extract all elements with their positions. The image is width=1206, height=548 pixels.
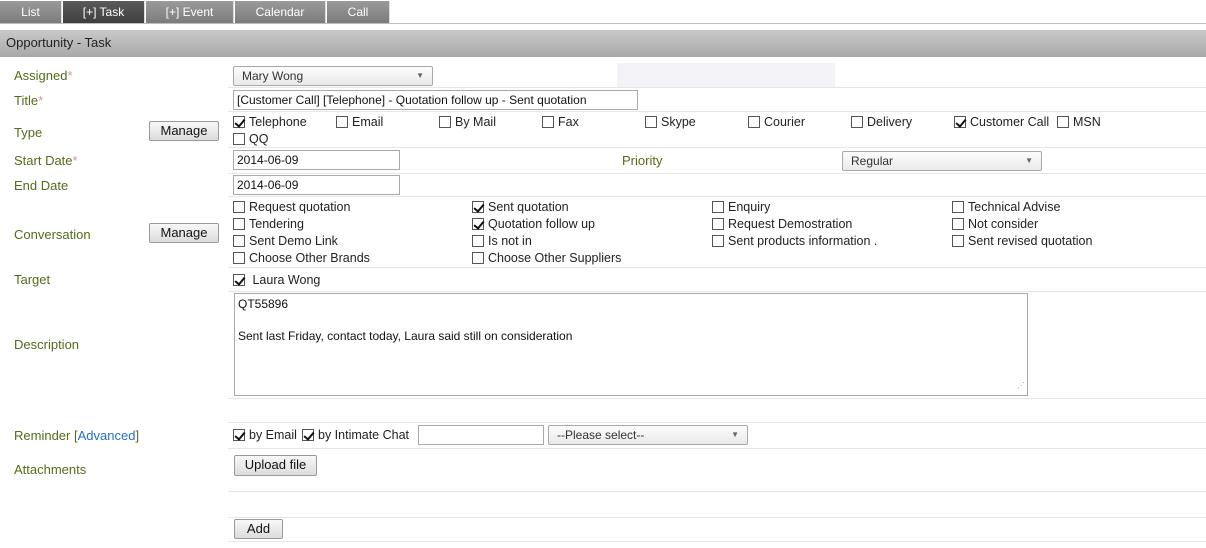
reminder-text-input[interactable]	[418, 425, 544, 445]
start-date-input[interactable]: 2014-06-09	[233, 150, 400, 170]
assigned-label: Assigned*	[14, 68, 73, 83]
resize-grip-icon[interactable]: ⋰	[1017, 378, 1025, 394]
dropdown-arrow-icon: ▼	[1025, 156, 1033, 165]
description-label: Description	[14, 337, 80, 352]
type-msn-checkbox[interactable]: MSN	[1057, 114, 1101, 130]
dropdown-arrow-icon: ▼	[416, 71, 424, 80]
tab-call[interactable]: Call	[327, 1, 390, 23]
target-label: Target	[14, 272, 51, 287]
empty-cell	[617, 63, 835, 87]
reminder-email-checkbox[interactable]: by Email	[233, 427, 297, 443]
conv-choose-other-brands[interactable]: Choose Other Brands	[233, 250, 370, 266]
conv-not-consider[interactable]: Not consider	[952, 216, 1038, 232]
title-label: Title*	[14, 93, 44, 108]
conv-technical-advise[interactable]: Technical Advise	[952, 199, 1060, 215]
end-date-label: End Date	[14, 178, 69, 193]
conv-request-demo[interactable]: Request Demostration	[712, 216, 852, 232]
conversation-label: Conversation	[14, 227, 91, 242]
type-courier-checkbox[interactable]: Courier	[748, 114, 805, 130]
description-textarea[interactable]: QT55896 Sent last Friday, contact today,…	[234, 293, 1028, 396]
checkmark-icon[interactable]	[233, 116, 245, 128]
advanced-link[interactable]: Advanced	[78, 428, 136, 443]
type-delivery-checkbox[interactable]: Delivery	[851, 114, 912, 130]
title-input[interactable]: [Customer Call] [Telephone] - Quotation …	[233, 90, 638, 110]
priority-select[interactable]: Regular ▼	[842, 151, 1042, 171]
conv-sent-revised-quotation[interactable]: Sent revised quotation	[952, 233, 1092, 249]
tab-task[interactable]: [+] Task	[63, 1, 145, 23]
start-date-label: Start Date*	[14, 153, 78, 168]
type-customer-call-checkbox[interactable]: Customer Call	[954, 114, 1049, 130]
end-date-input[interactable]: 2014-06-09	[233, 175, 400, 195]
type-manage-button[interactable]: Manage	[149, 121, 219, 141]
reminder-chat-checkbox[interactable]: by Intimate Chat	[302, 427, 409, 443]
reminder-label: Reminder [Advanced]	[14, 428, 140, 443]
conv-sent-products-info[interactable]: Sent products information .	[712, 233, 877, 249]
conv-sent-quotation[interactable]: Sent quotation	[472, 199, 569, 215]
reminder-select[interactable]: --Please select-- ▼	[548, 425, 748, 445]
type-bymail-checkbox[interactable]: By Mail	[439, 114, 496, 130]
conv-tendering[interactable]: Tendering	[233, 216, 304, 232]
add-button[interactable]: Add	[234, 519, 283, 539]
type-qq-checkbox[interactable]: QQ	[233, 131, 268, 147]
dropdown-arrow-icon: ▼	[731, 430, 739, 439]
tab-calendar[interactable]: Calendar	[235, 1, 326, 23]
assigned-select[interactable]: Mary Wong ▼	[233, 66, 433, 86]
type-label: Type	[14, 125, 43, 140]
priority-label: Priority	[622, 153, 663, 168]
conv-is-not-in[interactable]: Is not in	[472, 233, 532, 249]
tab-list[interactable]: List	[0, 1, 62, 23]
type-skype-checkbox[interactable]: Skype	[645, 114, 696, 130]
attachments-label: Attachments	[14, 462, 87, 477]
conv-choose-other-suppliers[interactable]: Choose Other Suppliers	[472, 250, 621, 266]
conv-sent-demo-link[interactable]: Sent Demo Link	[233, 233, 338, 249]
conv-quotation-follow-up[interactable]: Quotation follow up	[472, 216, 595, 232]
tab-event[interactable]: [+] Event	[146, 1, 234, 23]
conv-enquiry[interactable]: Enquiry	[712, 199, 770, 215]
conv-request-quotation[interactable]: Request quotation	[233, 199, 350, 215]
type-fax-checkbox[interactable]: Fax	[542, 114, 579, 130]
page-title: Opportunity - Task	[0, 30, 1206, 57]
conversation-manage-button[interactable]: Manage	[149, 223, 219, 243]
target-laura-wong-checkbox[interactable]: Laura Wong	[233, 272, 320, 288]
type-email-checkbox[interactable]: Email	[336, 114, 383, 130]
type-telephone-checkbox[interactable]: Telephone	[233, 114, 307, 130]
tab-bar: List [+] Task [+] Event Calendar Call	[0, 0, 1206, 24]
upload-file-button[interactable]: Upload file	[234, 455, 317, 476]
